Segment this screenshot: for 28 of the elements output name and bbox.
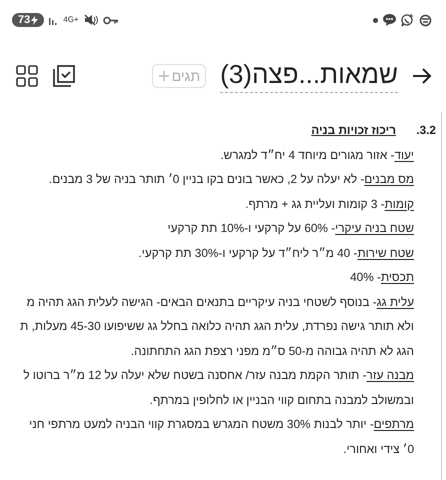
chat-icon (383, 14, 396, 26)
key-icon (102, 16, 119, 24)
mute-icon (84, 14, 98, 26)
grid-icon[interactable] (16, 65, 38, 87)
paragraph-line: יעוד- אזור מגורים מיוחד 4 יח״ד למגרש. (219, 146, 415, 164)
back-arrow-icon[interactable] (412, 67, 432, 85)
paragraph-line: מבנה עזר- תותר הקמת מבנה עזר/ אחסנה בשטח שלא יעלה על 12 מ״ר ברוטו ל (22, 367, 415, 384)
section-heading: ריכוז זכויות בניה (311, 122, 396, 139)
paragraph-line: ובמשולב למבנה בתחום קווי הבניין או לחלופין במרתף. (148, 392, 415, 408)
dot-icon (373, 18, 378, 22)
paragraph-line: מרתפים- יותר לבנות 30% משטח המגרש במסגרת קווי הבניה למעט מרתפי חני (28, 416, 415, 433)
phone-chat-icon (401, 14, 414, 26)
paragraph-line: ולא תותר גישה נפרדת, עלית הגג תהיה כלואה בחלל גג ששיפועו 45-30 מעלות, ת (19, 318, 415, 335)
paragraph-line: שטח בניה עיקרי- 60% על קרקעי ו-10% תת קרקעי (166, 220, 415, 237)
app-icon (419, 14, 432, 26)
checklist-icon[interactable] (52, 64, 76, 88)
paragraph-line: שטח שירות- 40 מ״ר ליח״ד על קרקעי ו-30% תת קרקעי. (138, 244, 415, 262)
plus-icon (158, 70, 170, 82)
note-title[interactable]: שמאות...פצה(3) (220, 59, 398, 93)
section-number: 3.2. (416, 122, 436, 139)
paragraph-line: קומות- 3 קומות ועליית גג + מרתף. (244, 196, 415, 212)
paragraph-line: 0׳ צידי ואחורי. (342, 440, 415, 458)
paragraph-line: מס מבנים- לא יעלה על 2, כאשר בונים בקו בניין 0׳ תותר בניה של 3 מבנים. (48, 171, 415, 188)
signal-icon (49, 15, 58, 25)
network-label: 4G+ (63, 16, 79, 24)
battery-indicator: 73 (12, 13, 44, 27)
paragraph-line: עלית גג- בנוסף לשטחי בניה עיקריים בתנאים הבאים- הגישה לעלית הגג תהיה מ (26, 294, 415, 310)
paragraph-line: הגג לא תהיה גבוהה מ-50 ס״מ מפני רצפת הגג התחתונה. (130, 342, 415, 360)
